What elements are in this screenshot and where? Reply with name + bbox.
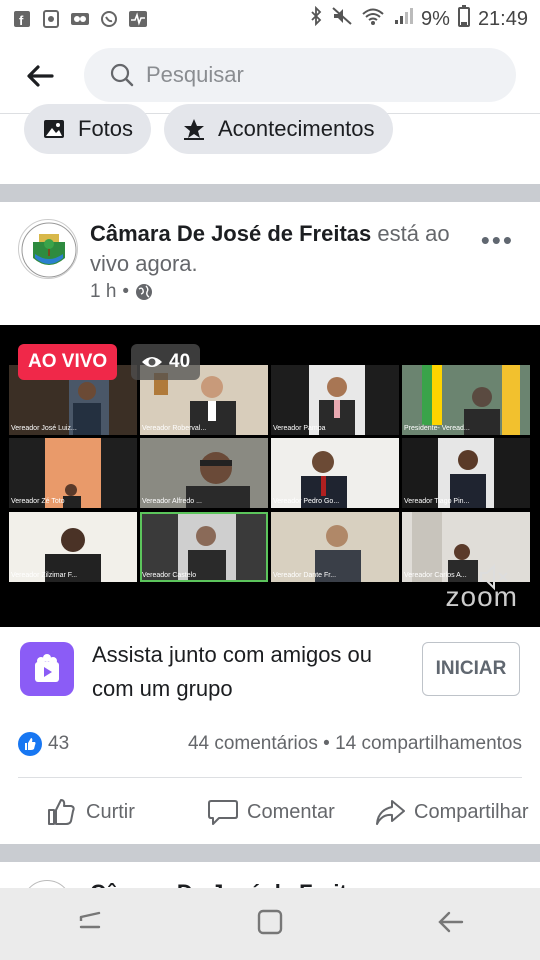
filter-chips: Fotos Acontecimentos (0, 100, 540, 180)
comments-count[interactable]: 44 comentários (188, 733, 318, 754)
post-header: Câmara De José de Freitas está ao vivo a… (0, 203, 540, 323)
participant-tile-active: Vereador Castelo (140, 512, 268, 582)
share-arrow-icon (376, 800, 405, 825)
signal-icon (393, 6, 414, 32)
counts-dot: • (323, 733, 336, 754)
back-nav-icon[interactable] (435, 907, 465, 942)
wifi-icon (361, 6, 385, 32)
participant-tile: Vereador Zé Toto (9, 438, 137, 508)
participant-name: Vereador Roberval... (142, 425, 207, 432)
participant-name: Vereador Dante Fr... (273, 572, 337, 579)
participant-name: Vereador Pampa (273, 425, 326, 432)
like-label: Curtir (86, 800, 135, 823)
participant-name: Vereador Zé Toto (11, 498, 65, 505)
engagement-counts: 43 44 comentários • 14 compartilhamentos (0, 724, 540, 764)
battery-icon (457, 5, 470, 33)
chip-events[interactable]: Acontecimentos (164, 104, 393, 154)
photos-icon (44, 120, 64, 138)
participant-tile: Vereador Tiago Pin... (402, 438, 530, 508)
comment-bubble-icon (208, 800, 238, 825)
home-icon[interactable] (255, 907, 285, 942)
comment-button[interactable]: Comentar (207, 797, 335, 827)
viewer-count-badge: 40 (131, 344, 201, 380)
comment-label: Comentar (247, 800, 335, 823)
watch-party-icon (20, 642, 74, 696)
like-reaction-icon (18, 732, 42, 756)
status-bar: f 9% 21:49 (0, 0, 540, 38)
participant-name: Vereador Alfredo ... (142, 498, 202, 505)
page-name-link[interactable]: Câmara De José de Freitas (90, 221, 371, 246)
watch-together-text: Assista junto com amigos ou com um grupo (92, 642, 373, 701)
more-options-icon[interactable]: ••• (481, 225, 514, 256)
post-meta: 1 h • (90, 281, 153, 303)
post-actions: Curtir Comentar Compartilhar (0, 786, 540, 838)
participant-name: Vereador Pedro Go... (273, 498, 340, 505)
eye-icon (142, 357, 162, 367)
facebook-notif-icon: f (12, 10, 32, 28)
section-separator (0, 844, 540, 862)
search-placeholder: Pesquisar (146, 62, 244, 87)
participant-tile: Vereador Zilzimar F... (9, 512, 137, 582)
post-title: Câmara De José de Freitas está ao vivo a… (90, 219, 450, 279)
actions-divider (18, 777, 522, 778)
chip-photos[interactable]: Fotos (24, 104, 152, 154)
post-time[interactable]: 1 h (90, 281, 116, 303)
viewer-count: 40 (169, 351, 191, 372)
pulse-notif-icon (128, 10, 148, 28)
coat-of-arms-logo (21, 222, 77, 278)
whatsapp-notif-icon (99, 10, 119, 28)
watch-together-banner: Assista junto com amigos ou com um grupo… (0, 628, 540, 716)
participant-tile: Vereador Pampa (271, 365, 399, 435)
start-watch-party-button[interactable]: INICIAR (422, 642, 520, 696)
chip-photos-label: Fotos (78, 116, 134, 141)
mute-icon (331, 6, 353, 32)
participant-name: Presidente- Veread... (404, 425, 470, 432)
share-label: Compartilhar (414, 800, 529, 823)
live-video-player[interactable]: Vereador José Luiz... Vereador Roberval.… (0, 325, 540, 627)
meta-dot: • (122, 281, 130, 302)
system-indicators: 9% 21:49 (309, 5, 528, 33)
notification-icons: f (12, 10, 148, 28)
reactions-count[interactable]: 43 (48, 733, 69, 755)
section-separator (0, 184, 540, 202)
recent-apps-icon[interactable] (75, 907, 105, 942)
svg-text:f: f (19, 13, 24, 28)
participant-tile: Vereador Pedro Go... (271, 438, 399, 508)
participant-name: Vereador Castelo (142, 572, 197, 579)
share-button[interactable]: Compartilhar (374, 797, 528, 827)
live-badge: AO VIVO (18, 344, 118, 380)
zoom-watermark: zoom (445, 581, 518, 612)
clock: 21:49 (477, 7, 528, 30)
bluetooth-icon (309, 5, 323, 32)
participant-tile: Vereador Dante Fr... (271, 512, 399, 582)
participant-tile: Vereador Alfredo ... (140, 438, 268, 508)
search-icon (110, 63, 134, 87)
next-post-header: Câmara De José de Freit... (0, 862, 540, 890)
participant-name: Vereador Carlos A... (404, 572, 467, 579)
document-notif-icon (41, 10, 61, 28)
participant-tile: Presidente- Veread... (402, 365, 530, 435)
page-avatar[interactable] (18, 219, 78, 279)
shares-count[interactable]: 14 compartilhamentos (335, 733, 522, 754)
battery-percent: 9% (421, 7, 450, 30)
back-arrow-icon (27, 64, 54, 87)
comments-shares: 44 comentários • 14 compartilhamentos (188, 733, 522, 755)
participant-name: Vereador José Luiz... (11, 425, 77, 432)
video-notif-icon (70, 10, 90, 28)
search-input[interactable]: Pesquisar (84, 48, 516, 102)
like-button[interactable]: Curtir (46, 797, 135, 827)
system-nav-bar (0, 888, 540, 960)
chip-events-label: Acontecimentos (218, 116, 375, 141)
star-calendar-icon (184, 119, 204, 140)
globe-icon (136, 284, 153, 300)
thumbs-up-icon (48, 799, 75, 825)
participant-name: Vereador Tiago Pin... (404, 498, 470, 505)
participant-name: Vereador Zilzimar F... (11, 572, 78, 579)
